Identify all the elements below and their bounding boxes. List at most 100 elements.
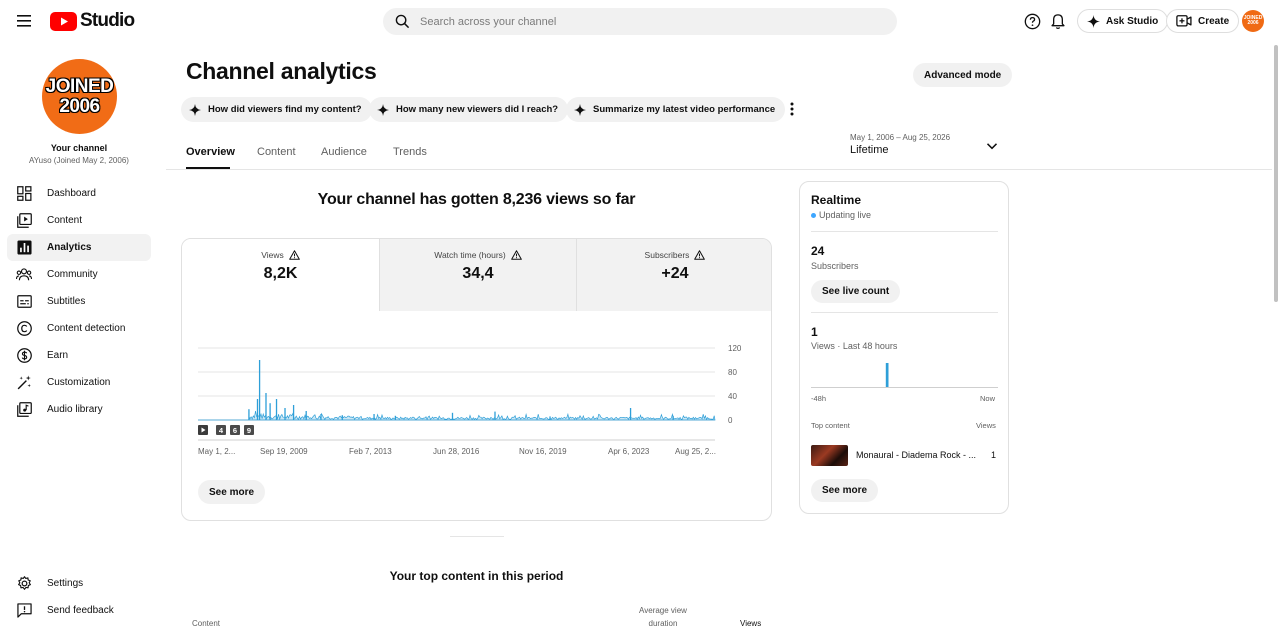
realtime-title: Realtime xyxy=(811,193,862,207)
views-headline: Your channel has gotten 8,236 views so f… xyxy=(317,191,636,208)
realtime-card: Realtime Updating live 24 Subscribers Se… xyxy=(799,181,1009,514)
customization-icon xyxy=(16,375,32,391)
chip-label: How did viewers find my content? xyxy=(208,104,362,115)
feedback-icon xyxy=(16,603,32,619)
sidebar-item-label: Content xyxy=(47,215,83,226)
warning-icon xyxy=(694,250,706,260)
metric-value: 34,4 xyxy=(462,265,494,282)
sidebar-item-label: Earn xyxy=(47,350,69,361)
menu-icon[interactable] xyxy=(12,9,36,33)
sidebar-item-send-feedback[interactable]: Send feedback xyxy=(7,597,151,624)
date-range-label[interactable]: Lifetime xyxy=(850,144,889,156)
gear-icon xyxy=(16,576,32,592)
app-name: Studio xyxy=(80,10,135,31)
channel-avatar[interactable]: JOINED 2006 xyxy=(42,59,117,134)
account-avatar[interactable]: JOINED 2006 xyxy=(1242,10,1264,32)
y-tick-label: 120 xyxy=(728,344,742,353)
more-options-icon[interactable] xyxy=(784,99,800,119)
sidebar-item-content-detection[interactable]: Content detection xyxy=(7,315,151,342)
tab-content[interactable]: Content xyxy=(257,146,296,158)
analytics-icon xyxy=(16,240,32,256)
x-tick-label: May 1, 2... xyxy=(198,447,235,456)
sparkle-icon xyxy=(377,103,389,116)
sidebar-item-customization[interactable]: Customization xyxy=(7,369,151,396)
x-tick-label: Sep 19, 2009 xyxy=(260,447,308,456)
metric-label: Views xyxy=(261,250,284,260)
metric-tab-views[interactable]: Views 8,2K xyxy=(182,239,379,311)
tabs-divider xyxy=(166,169,1272,170)
ai-prompt-chip[interactable]: How did viewers find my content? xyxy=(181,97,372,122)
video-marker-label: 6 xyxy=(233,426,237,435)
y-tick-label: 40 xyxy=(728,392,737,401)
ask-studio-button[interactable]: Ask Studio xyxy=(1077,9,1169,33)
y-tick-label: 0 xyxy=(728,416,733,425)
studio-logo[interactable]: Studio xyxy=(50,10,135,32)
sidebar-item-label: Analytics xyxy=(47,242,92,253)
sidebar-item-label: Content detection xyxy=(47,323,126,334)
help-icon[interactable] xyxy=(1022,11,1042,31)
metric-tab-watch-time[interactable]: Watch time (hours) 34,4 xyxy=(379,239,576,311)
video-thumbnail[interactable] xyxy=(811,445,848,466)
chip-label: Summarize my latest video performance xyxy=(593,104,776,115)
your-channel-label: Your channel xyxy=(50,143,108,153)
sidebar-item-label: Audio library xyxy=(47,404,103,415)
realtime-axis-start: -48h xyxy=(811,394,827,403)
x-tick-label: Apr 6, 2023 xyxy=(608,447,650,456)
views-area xyxy=(198,410,716,421)
sidebar-item-settings[interactable]: Settings xyxy=(7,570,151,597)
metric-tab-subscribers[interactable]: Subscribers +24 xyxy=(576,239,771,311)
sidebar-item-analytics[interactable]: Analytics xyxy=(7,234,151,261)
see-more-button[interactable]: See more xyxy=(198,480,266,504)
sidebar-item-label: Subtitles xyxy=(47,296,86,307)
column-header-avg-duration-line2: duration xyxy=(648,619,678,628)
live-dot-icon xyxy=(811,212,816,218)
realtime-bar xyxy=(885,363,889,387)
sparkle-icon xyxy=(574,103,586,116)
page-title: Channel analytics xyxy=(186,58,377,84)
chip-label: How many new viewers did I reach? xyxy=(396,104,559,115)
advanced-mode-button[interactable]: Advanced mode xyxy=(913,63,1013,87)
tab-overview[interactable]: Overview xyxy=(186,146,235,158)
realtime-axis-end: Now xyxy=(980,394,996,403)
chevron-down-icon[interactable] xyxy=(985,139,999,153)
search-input[interactable] xyxy=(420,15,860,28)
x-tick-label: Feb 7, 2013 xyxy=(349,447,392,456)
sidebar-item-audio-library[interactable]: Audio library xyxy=(7,396,151,423)
notifications-bell-icon[interactable] xyxy=(1048,11,1068,31)
date-range-text[interactable]: May 1, 2006 – Aug 25, 2026 xyxy=(850,133,950,142)
metrics-card: Views 8,2K Watch time (hours) 34,4 Subsc… xyxy=(181,238,772,521)
sidebar-item-content[interactable]: Content xyxy=(7,207,151,234)
x-tick-label: Jun 28, 2016 xyxy=(433,447,480,456)
search-bar[interactable] xyxy=(383,8,897,35)
sidebar-item-earn[interactable]: Earn xyxy=(7,342,151,369)
content-icon xyxy=(16,213,32,229)
tab-trends[interactable]: Trends xyxy=(393,146,427,158)
ai-prompt-chip[interactable]: Summarize my latest video performance xyxy=(566,97,786,122)
sidebar-item-subtitles[interactable]: Subtitles xyxy=(7,288,151,315)
sidebar-item-dashboard[interactable]: Dashboard xyxy=(7,180,151,207)
page-scrollbar[interactable] xyxy=(1274,45,1278,302)
top-content-label: Top content xyxy=(811,421,850,430)
views-line-chart: 040801204 6 9May 1, 2... Sep 19, 2009 Feb 7,… xyxy=(198,344,742,456)
realtime-views-value: 1 xyxy=(811,325,818,339)
sidebar-item-label: Customization xyxy=(47,377,111,388)
tab-audience[interactable]: Audience xyxy=(321,146,367,158)
create-label: Create xyxy=(1198,15,1230,27)
column-header-views[interactable]: Views xyxy=(740,619,761,628)
create-button[interactable]: Create xyxy=(1166,9,1240,33)
divider xyxy=(811,231,998,232)
views-column-label: Views xyxy=(976,421,996,430)
column-header-content: Content xyxy=(192,619,221,628)
realtime-see-more-button[interactable]: See more xyxy=(811,479,879,502)
audio-library-icon xyxy=(16,402,32,418)
ai-prompt-chip[interactable]: How many new viewers did I reach? xyxy=(369,97,569,122)
see-live-count-button[interactable]: See live count xyxy=(811,280,901,303)
community-icon xyxy=(16,267,32,283)
sidebar: JOINED 2006 Your channel AYuso (Joined M… xyxy=(0,42,158,630)
warning-icon xyxy=(510,250,522,260)
sidebar-item-community[interactable]: Community xyxy=(7,261,151,288)
sidebar-item-label: Settings xyxy=(47,578,84,589)
ask-studio-label: Ask Studio xyxy=(1106,15,1159,27)
top-video-title[interactable]: Monaural - Diadema Rock - ... xyxy=(856,450,978,460)
subtitles-icon xyxy=(16,294,32,310)
